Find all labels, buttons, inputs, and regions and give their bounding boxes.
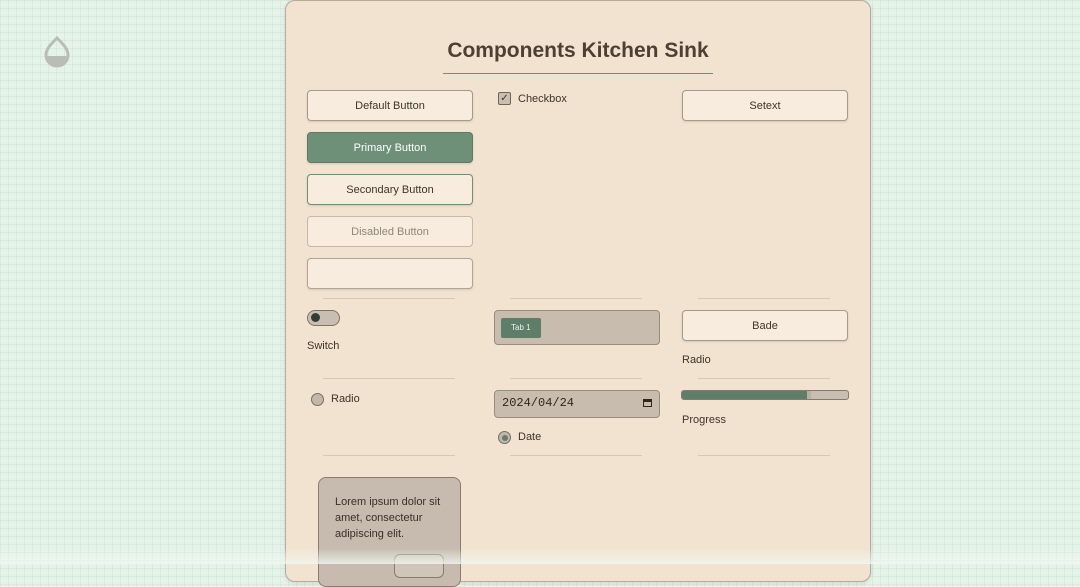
tab-bar: Tab 1	[494, 310, 660, 345]
radio-label: Radio	[331, 393, 360, 405]
secondary-button[interactable]: Secondary Button	[307, 174, 473, 205]
checkbox-input[interactable]: ✓	[498, 92, 511, 105]
date-radio[interactable]	[498, 431, 511, 444]
default-button[interactable]: Default Button	[307, 90, 473, 121]
divider	[698, 298, 830, 299]
divider	[698, 378, 830, 379]
empty-button[interactable]	[307, 258, 473, 289]
progress-fill	[682, 391, 811, 399]
divider	[510, 378, 642, 379]
checkbox-label: Checkbox	[518, 93, 567, 105]
switch-knob	[311, 313, 320, 322]
disabled-button: Disabled Button	[307, 216, 473, 247]
progress-bar	[681, 390, 849, 400]
divider	[698, 455, 830, 456]
divider	[323, 298, 455, 299]
primary-button[interactable]: Primary Button	[307, 132, 473, 163]
date-value: 2024/04/24	[502, 396, 575, 410]
divider	[510, 455, 642, 456]
calendar-icon[interactable]	[643, 399, 652, 407]
bottom-fade	[0, 548, 1080, 564]
popover-text: Lorem ipsum dolor sit amet, consectetur …	[335, 496, 441, 540]
badge-button[interactable]: Bade	[682, 310, 848, 341]
radio-label-right: Radio	[682, 354, 711, 366]
switch-label: Switch	[307, 340, 340, 352]
kitchen-sink-card: Components Kitchen Sink Default Button P…	[285, 0, 871, 587]
toggle-switch[interactable]	[307, 310, 340, 326]
progress-label: Progress	[682, 414, 727, 426]
divider	[510, 298, 642, 299]
date-input[interactable]: 2024/04/24	[494, 390, 660, 418]
radio-button[interactable]	[311, 393, 324, 406]
title-underline	[443, 73, 713, 74]
date-radio-label: Date	[518, 431, 542, 443]
divider	[323, 455, 455, 456]
logo-drop-icon	[44, 35, 70, 68]
tab-1[interactable]: Tab 1	[501, 318, 541, 338]
page-title: Components Kitchen Sink	[447, 39, 709, 62]
divider	[323, 378, 455, 379]
popover-card: Lorem ipsum dolor sit amet, consectetur …	[318, 477, 461, 587]
checkmark-icon: ✓	[500, 93, 509, 104]
setext-button[interactable]: Setext	[682, 90, 848, 121]
